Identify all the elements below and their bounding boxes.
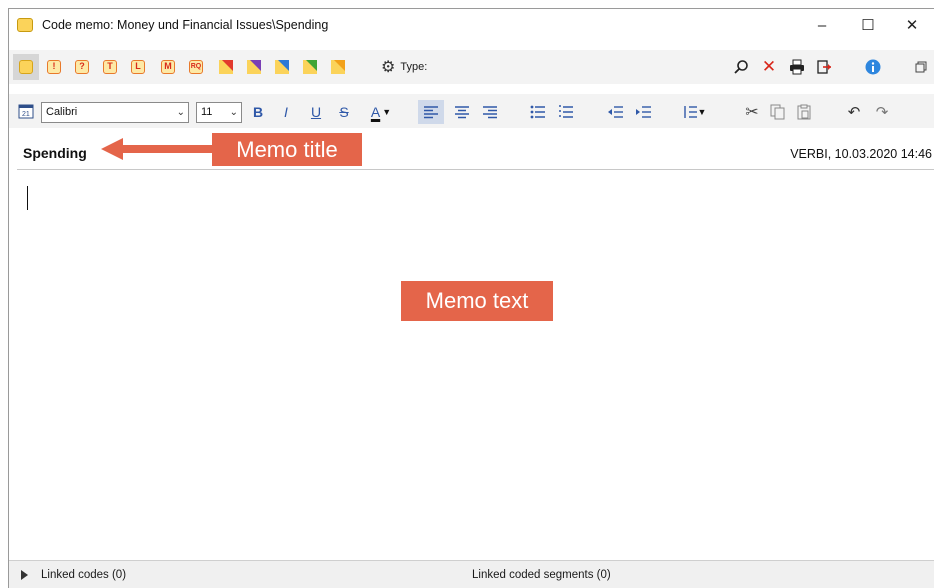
increase-indent-button[interactable] xyxy=(633,100,655,124)
chevron-down-icon: ⌄ xyxy=(176,107,185,118)
gear-icon: ⚙ xyxy=(381,59,396,76)
chevron-down-icon: ⌄ xyxy=(229,107,238,118)
green-memo-icon[interactable] xyxy=(301,58,319,76)
memo-window: Code memo: Money und Financial Issues\Sp… xyxy=(8,8,934,588)
memo-text-area[interactable] xyxy=(17,171,934,559)
memo-author-date: VERBI, 10.03.2020 14:46 xyxy=(790,147,932,161)
title-divider xyxy=(17,169,934,170)
line-spacing-button[interactable]: ▼ xyxy=(679,100,709,124)
undock-icon[interactable] xyxy=(912,58,930,76)
decrease-indent-button[interactable] xyxy=(605,100,627,124)
memo-app-icon xyxy=(17,18,33,32)
export-icon[interactable] xyxy=(815,58,833,76)
underline-button[interactable]: U xyxy=(307,100,325,124)
expand-triangle-icon[interactable] xyxy=(21,570,28,580)
bold-button[interactable]: B xyxy=(249,100,267,124)
undo-icon[interactable]: ↶ xyxy=(843,100,865,124)
delete-memo-icon[interactable]: ✕ xyxy=(760,57,778,76)
align-right-button[interactable] xyxy=(479,100,501,124)
close-button[interactable]: ✕ xyxy=(889,9,934,41)
memo-text-callout: Memo text xyxy=(401,281,553,321)
format-toolbar: 21 Calibri ⌄ 11 ⌄ B I U S A ▼ ▼ ✂ ↶ ↷ xyxy=(9,94,934,128)
linked-codes-label[interactable]: Linked codes (0) xyxy=(41,569,126,581)
font-family-select[interactable]: Calibri ⌄ xyxy=(41,102,189,123)
window-title: Code memo: Money und Financial Issues\Sp… xyxy=(42,18,329,32)
print-icon[interactable] xyxy=(788,58,806,76)
exclamation-memo-icon[interactable]: ! xyxy=(45,58,63,76)
redo-icon[interactable]: ↷ xyxy=(871,100,893,124)
info-icon[interactable] xyxy=(864,58,882,76)
align-left-button[interactable] xyxy=(418,100,444,124)
research-question-memo-icon[interactable]: RQ xyxy=(187,58,205,76)
method-memo-icon[interactable]: M xyxy=(159,58,177,76)
copy-icon[interactable] xyxy=(767,100,789,124)
type-settings-button[interactable]: ⚙ Type: xyxy=(381,58,427,76)
memo-type-toolbar: ! ? T L M RQ ⚙ Type: ✕ xyxy=(9,50,934,84)
purple-memo-icon[interactable] xyxy=(245,58,263,76)
svg-text:21: 21 xyxy=(22,111,30,118)
memo-title-callout: Memo title xyxy=(212,133,362,166)
italic-button[interactable]: I xyxy=(277,100,295,124)
paste-icon[interactable] xyxy=(793,100,815,124)
theory-memo-icon[interactable]: T xyxy=(101,58,119,76)
red-memo-icon[interactable] xyxy=(217,58,235,76)
linked-segments-label: Linked coded segments (0) xyxy=(472,569,611,581)
maximize-button[interactable]: ☐ xyxy=(845,9,891,41)
type-label: Type: xyxy=(400,61,428,73)
text-cursor xyxy=(27,186,28,210)
font-size-select[interactable]: 11 ⌄ xyxy=(196,102,242,123)
cut-icon[interactable]: ✂ xyxy=(741,100,763,124)
caret-down-icon: ▼ xyxy=(697,107,707,117)
numbered-list-button[interactable] xyxy=(555,100,577,124)
status-bar: Linked codes (0) Linked coded segments (… xyxy=(9,560,934,588)
literature-memo-icon[interactable]: L xyxy=(129,58,147,76)
blank-memo-icon[interactable] xyxy=(17,58,35,76)
search-icon[interactable] xyxy=(732,58,750,76)
bullet-list-button[interactable] xyxy=(527,100,549,124)
blue-memo-icon[interactable] xyxy=(273,58,291,76)
minimize-button[interactable]: – xyxy=(799,9,845,41)
caret-down-icon: ▼ xyxy=(382,107,392,117)
calendar-icon[interactable]: 21 xyxy=(17,102,35,120)
title-bar: Code memo: Money und Financial Issues\Sp… xyxy=(9,9,934,41)
font-color-button[interactable]: A ▼ xyxy=(366,100,396,124)
memo-title-field[interactable]: Spending xyxy=(23,145,87,161)
question-memo-icon[interactable]: ? xyxy=(73,58,91,76)
callout-arrow-icon xyxy=(101,138,213,160)
strikethrough-button[interactable]: S xyxy=(335,100,353,124)
orange-memo-icon[interactable] xyxy=(329,58,347,76)
align-center-button[interactable] xyxy=(451,100,473,124)
